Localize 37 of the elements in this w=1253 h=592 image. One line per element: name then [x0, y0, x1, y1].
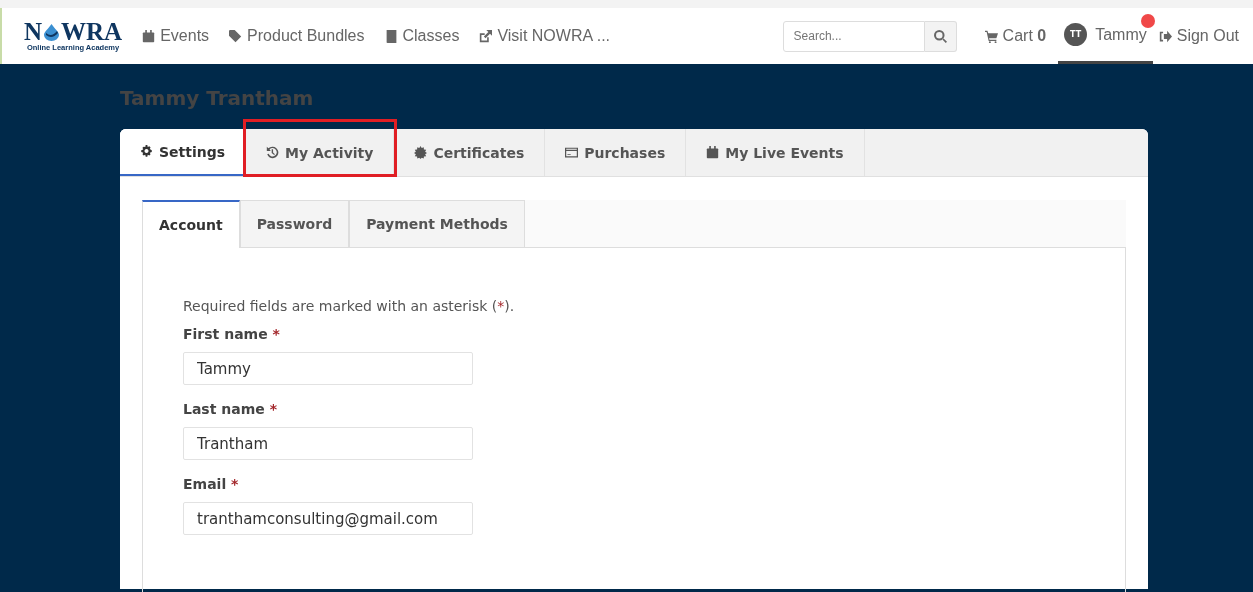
external-link-icon — [479, 29, 493, 43]
input-field[interactable]: tranthamconsulting@gmail.com — [183, 502, 473, 535]
nav-link[interactable]: Product Bundles — [229, 27, 365, 45]
required-note: Required fields are marked with an asterisk (*). — [183, 298, 516, 314]
field-label: Email * — [183, 476, 240, 492]
tab[interactable]: Password — [239, 200, 350, 247]
calendar-icon — [142, 29, 156, 43]
tag-icon — [229, 29, 243, 43]
field-label: Last name * — [183, 401, 278, 417]
input-field[interactable]: Tammy — [183, 352, 473, 385]
profile-name: Tammy Trantham — [120, 85, 315, 112]
tab[interactable]: Account — [142, 200, 240, 248]
nav-link[interactable]: Classes — [384, 27, 460, 45]
drop-icon — [43, 22, 61, 41]
search-icon — [933, 29, 947, 43]
field-label: First name * — [183, 326, 281, 342]
avatar: TT — [1064, 23, 1088, 46]
logo-text: WRA — [61, 20, 123, 43]
cart-icon — [984, 29, 998, 43]
credit-card-icon — [565, 146, 579, 159]
nav-link[interactable]: Events — [142, 27, 210, 45]
sign-out-link[interactable]: Sign Out — [1158, 27, 1239, 45]
book-icon — [384, 29, 398, 43]
search-button[interactable] — [924, 20, 957, 52]
search-field[interactable]: Search... — [782, 20, 925, 52]
input-field[interactable]: Trantham — [183, 427, 473, 460]
cart-link[interactable]: Cart 0 — [984, 27, 1047, 45]
badge-icon — [414, 146, 428, 159]
tab[interactable]: Payment Methods — [349, 200, 525, 247]
settings-icon — [140, 145, 153, 158]
user-name: Tammy — [1095, 25, 1147, 44]
sign-out-icon — [1158, 29, 1172, 43]
user-menu[interactable]: TT Tammy — [1058, 8, 1153, 64]
calendar-icon — [706, 146, 720, 159]
logo-text: N — [24, 20, 43, 43]
nav-link[interactable]: Visit NOWRA ... — [479, 27, 610, 45]
history-icon — [266, 146, 280, 159]
